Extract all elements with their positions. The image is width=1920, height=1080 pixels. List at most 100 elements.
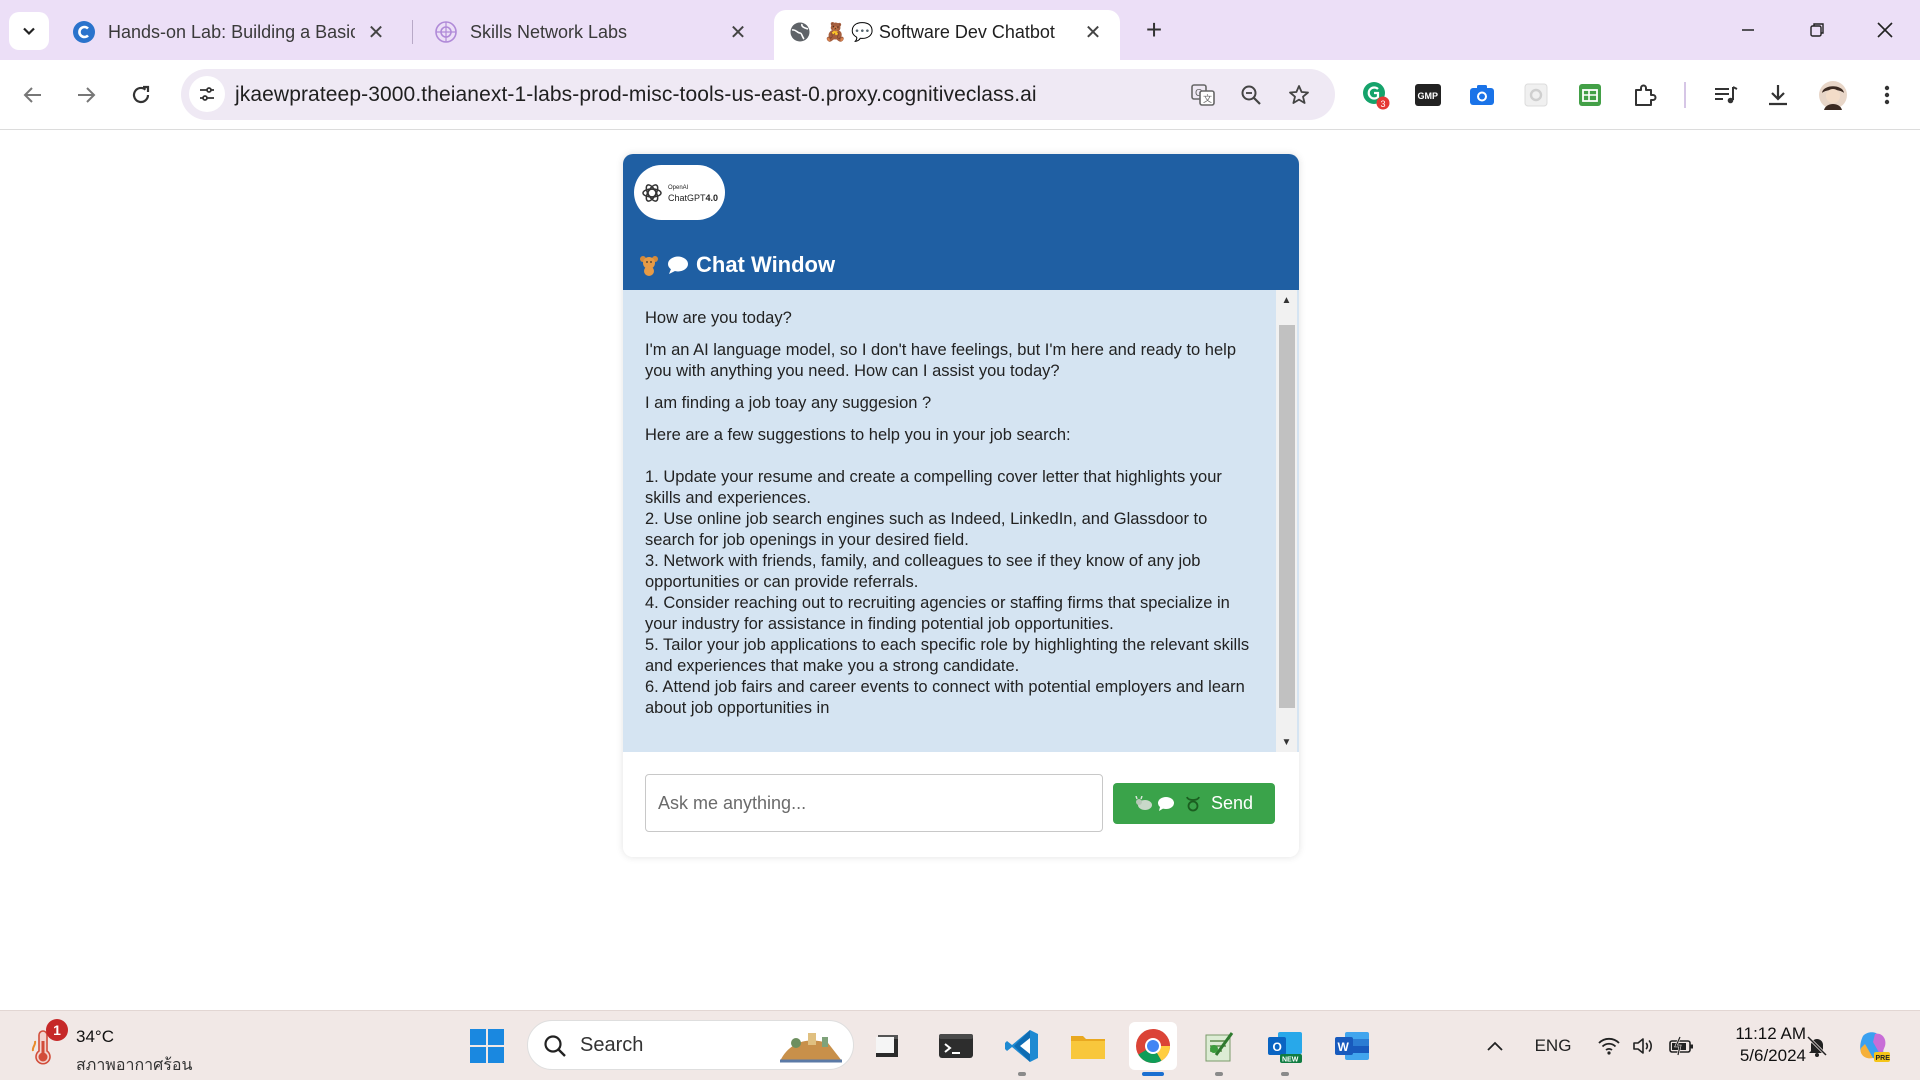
tune-icon: [200, 87, 214, 101]
sheets-icon[interactable]: [1573, 78, 1607, 112]
weather-alert-badge: 1: [46, 1019, 68, 1041]
close-tab-icon[interactable]: ✕: [1080, 19, 1106, 45]
skills-network-icon: [434, 20, 458, 44]
message-scrollbar[interactable]: ▲ ▼: [1276, 290, 1297, 752]
bot-message: I'm an AI language model, so I don't hav…: [645, 341, 1236, 380]
speech-bubble-icon: [666, 254, 690, 276]
close-window-button[interactable]: [1865, 12, 1905, 48]
clock-time: 11:12 AM: [1735, 1024, 1806, 1043]
forward-button[interactable]: [66, 75, 106, 115]
scroll-up-arrow-icon[interactable]: ▲: [1276, 290, 1297, 310]
openai-icon: [642, 183, 662, 202]
windows-start-icon[interactable]: [469, 1028, 505, 1064]
tab-skills-network-labs[interactable]: Skills Network Labs ✕: [420, 10, 765, 60]
restore-button[interactable]: [1797, 12, 1837, 48]
tab-search-button[interactable]: [9, 12, 49, 50]
battery-charging-icon[interactable]: [1666, 1023, 1698, 1069]
gmp-icon[interactable]: GMP: [1411, 78, 1445, 112]
svg-text:PRE: PRE: [1876, 1055, 1891, 1062]
taskbar-search-box[interactable]: Search: [527, 1020, 854, 1070]
svg-text:W: W: [1338, 1040, 1350, 1054]
folder-icon[interactable]: [1064, 1022, 1112, 1070]
notification-bell-icon[interactable]: [1802, 1023, 1832, 1069]
bookmark-star-icon[interactable]: [1284, 80, 1314, 110]
close-tab-icon[interactable]: ✕: [725, 19, 751, 45]
tab-strip: Hands-on Lab: Building a Basic ✕ Skills …: [0, 0, 1920, 60]
address-bar[interactable]: jkaewprateep-3000.theianext-1-labs-prod-…: [181, 69, 1335, 120]
scroll-down-arrow-icon[interactable]: ▼: [1276, 732, 1297, 752]
windows-taskbar: 1 34°C สภาพอากาศร้อน Search ONEW W ENG: [0, 1010, 1920, 1080]
reload-button[interactable]: [121, 75, 161, 115]
message-list[interactable]: How are you today? I'm an AI language mo…: [623, 290, 1299, 752]
system-clock[interactable]: 11:12 AM 5/6/2024: [1716, 1023, 1806, 1067]
search-label: Search: [580, 1034, 644, 1056]
notepad-icon[interactable]: [1195, 1022, 1243, 1070]
chrome-icon[interactable]: [1129, 1022, 1177, 1070]
media-controls-icon[interactable]: [1708, 78, 1742, 112]
svg-text:NEW: NEW: [1282, 1057, 1299, 1064]
search-icon: [544, 1035, 566, 1057]
speech-bubble-icon: [1157, 796, 1174, 811]
chat-title: Chat Window: [696, 252, 836, 277]
extension-badge: 3: [1381, 99, 1386, 109]
message-input[interactable]: [645, 774, 1103, 832]
weather-widget[interactable]: 1 34°C สภาพอากาศร้อน: [26, 1019, 246, 1075]
tab-hands-on-lab[interactable]: Hands-on Lab: Building a Basic ✕: [58, 10, 403, 60]
arrow-right-icon: [78, 87, 96, 103]
camera-icon[interactable]: [1465, 78, 1499, 112]
settings-icon[interactable]: [1519, 78, 1553, 112]
clock-date: 5/6/2024: [1739, 1046, 1806, 1065]
scroll-thumb[interactable]: [1279, 325, 1295, 708]
show-hidden-icons-chevron-up-icon[interactable]: [1480, 1023, 1510, 1069]
url-text[interactable]: jkaewprateep-3000.theianext-1-labs-prod-…: [235, 83, 1037, 107]
back-button[interactable]: [13, 75, 53, 115]
file-explorer-icon[interactable]: [863, 1022, 911, 1070]
grammarly-icon[interactable]: 3: [1359, 78, 1393, 112]
globe-icon: [788, 20, 812, 44]
reload-icon: [132, 85, 150, 104]
tab-separator: [412, 20, 413, 44]
zoom-icon[interactable]: [1236, 80, 1266, 110]
arrow-left-icon: [23, 87, 41, 103]
copilot-icon[interactable]: PRE: [1852, 1023, 1894, 1069]
word-icon[interactable]: W: [1328, 1022, 1376, 1070]
logo-product: ChatGPT: [668, 192, 706, 203]
teddy-bear-icon: [638, 254, 660, 276]
user-message: I am finding a job toay any suggesion ?: [645, 394, 932, 412]
logo-line1: OpenAI: [668, 184, 689, 191]
logo-version: 4.0: [705, 192, 719, 203]
close-tab-icon[interactable]: ✕: [363, 19, 389, 45]
download-icon[interactable]: [1761, 78, 1795, 112]
chatgpt-logo: OpenAI ChatGPT4.0: [634, 165, 725, 220]
vscode-icon[interactable]: [998, 1022, 1046, 1070]
svg-text:GMP: GMP: [1418, 91, 1439, 101]
send-button[interactable]: Send: [1113, 783, 1275, 824]
terminal-icon[interactable]: [932, 1022, 980, 1070]
tab-title: Skills Network Labs: [470, 21, 628, 42]
site-info-button[interactable]: [189, 76, 225, 112]
more-menu-icon[interactable]: [1870, 78, 1904, 112]
chat-input-area: Send: [623, 752, 1299, 857]
chat-container: OpenAI ChatGPT4.0 Chat Window How are yo…: [623, 154, 1299, 857]
user-message: How are you today?: [645, 309, 792, 327]
send-label: Send: [1210, 793, 1254, 813]
search-highlight-icon: [780, 1033, 842, 1063]
outlook-new-icon[interactable]: O NEW: [1261, 1022, 1309, 1070]
app-active-indicator: [1142, 1072, 1164, 1076]
puzzle-icon[interactable]: [1628, 78, 1662, 112]
profile-avatar[interactable]: [1816, 78, 1850, 112]
message-content: How are you today? I'm an AI language mo…: [645, 308, 1257, 730]
volume-icon[interactable]: [1628, 1023, 1658, 1069]
tab-software-dev-chatbot[interactable]: 🧸 💬 Software Dev Chatbot ✕: [774, 10, 1120, 60]
browser-toolbar: jkaewprateep-3000.theianext-1-labs-prod-…: [0, 60, 1920, 130]
wifi-icon[interactable]: [1594, 1023, 1624, 1069]
logo-text: OpenAI ChatGPT4.0: [668, 183, 718, 203]
weather-temperature: 34°C: [76, 1027, 114, 1046]
new-tab-button[interactable]: +: [1138, 14, 1170, 46]
translate-icon[interactable]: G文: [1188, 80, 1218, 110]
minimize-button[interactable]: [1728, 12, 1768, 48]
chat-header: OpenAI ChatGPT4.0 Chat Window: [623, 154, 1299, 290]
language-indicator[interactable]: ENG: [1528, 1023, 1578, 1069]
ox-icon: [1135, 795, 1152, 810]
coursera-icon: [72, 20, 96, 44]
